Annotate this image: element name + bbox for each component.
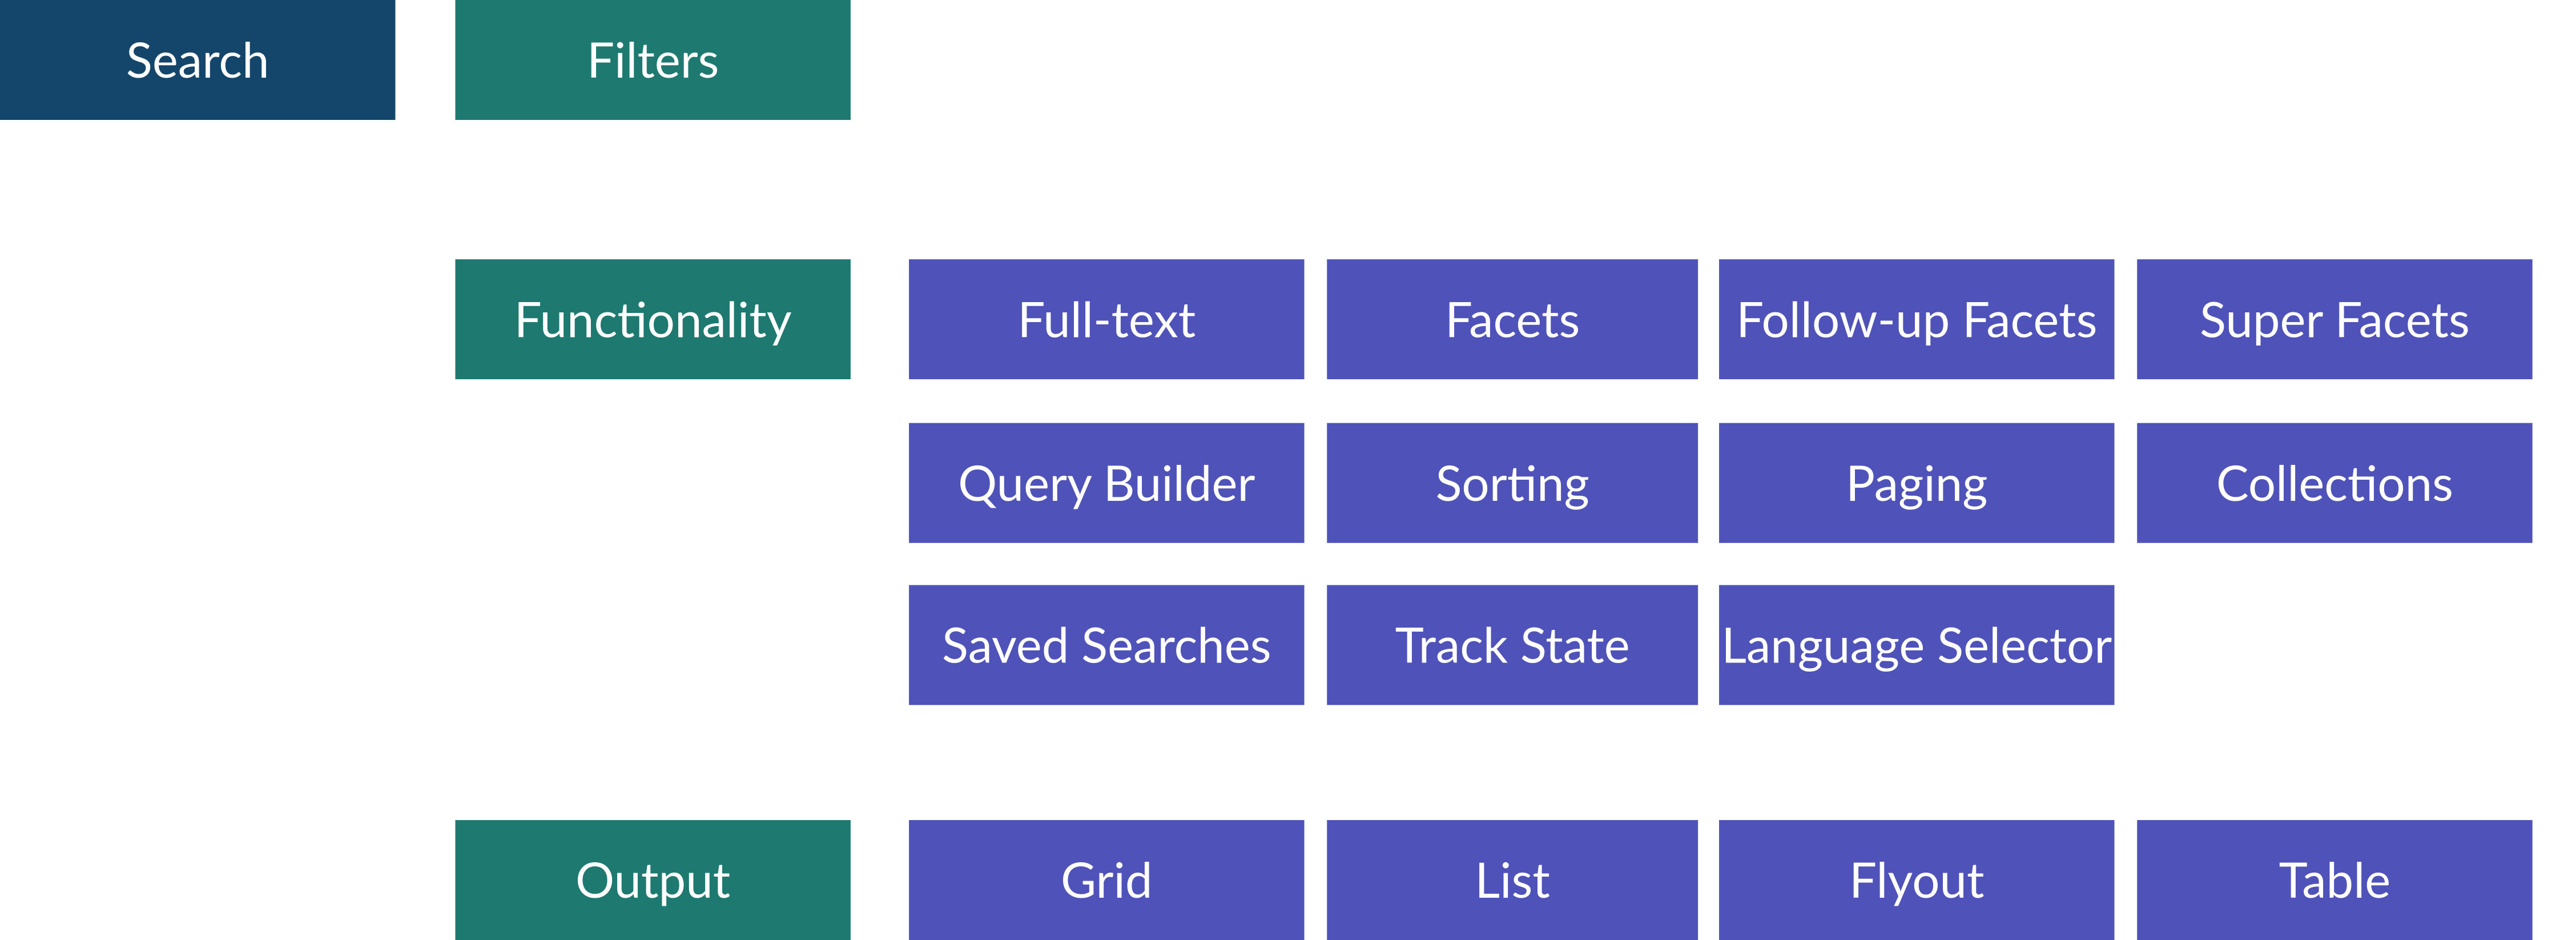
node-label: List xyxy=(1475,851,1550,909)
node-collections: Collections xyxy=(2137,423,2532,543)
node-label: Paging xyxy=(1846,454,1988,512)
node-label: Track State xyxy=(1395,616,1630,674)
node-label: Table xyxy=(2279,851,2391,909)
node-paging: Paging xyxy=(1719,423,2114,543)
node-label: Follow-up Facets xyxy=(1736,290,2097,348)
node-label: Language Selector xyxy=(1721,616,2112,674)
node-label: Search xyxy=(126,31,269,89)
node-super-facets: Super Facets xyxy=(2137,259,2532,379)
node-filters: Filters xyxy=(455,0,850,120)
node-grid: Grid xyxy=(909,820,1304,940)
node-search: Search xyxy=(0,0,395,120)
node-track-state: Track State xyxy=(1327,585,1698,705)
node-label: Saved Searches xyxy=(942,616,1271,674)
diagram-canvas: Search Filters Functionality Full-text F… xyxy=(0,0,2562,940)
node-label: Super Facets xyxy=(2200,290,2470,348)
node-label: Filters xyxy=(587,31,719,89)
section-label: Output xyxy=(575,851,730,909)
node-follow-up-facets: Follow-up Facets xyxy=(1719,259,2114,379)
node-label: Sorting xyxy=(1435,454,1589,512)
node-label: Grid xyxy=(1061,851,1153,909)
node-sorting: Sorting xyxy=(1327,423,1698,543)
node-saved-searches: Saved Searches xyxy=(909,585,1304,705)
section-label: Functionality xyxy=(514,290,792,348)
node-facets: Facets xyxy=(1327,259,1698,379)
node-list: List xyxy=(1327,820,1698,940)
node-label: Query Builder xyxy=(958,454,1255,512)
node-flyout: Flyout xyxy=(1719,820,2114,940)
node-label: Facets xyxy=(1445,290,1580,348)
node-language-selector: Language Selector xyxy=(1719,585,2114,705)
section-header-output: Output xyxy=(455,820,850,940)
node-label: Collections xyxy=(2216,454,2453,512)
node-full-text: Full-text xyxy=(909,259,1304,379)
node-label: Flyout xyxy=(1849,851,1984,909)
node-query-builder: Query Builder xyxy=(909,423,1304,543)
node-table: Table xyxy=(2137,820,2532,940)
node-label: Full-text xyxy=(1017,290,1196,348)
section-header-functionality: Functionality xyxy=(455,259,850,379)
